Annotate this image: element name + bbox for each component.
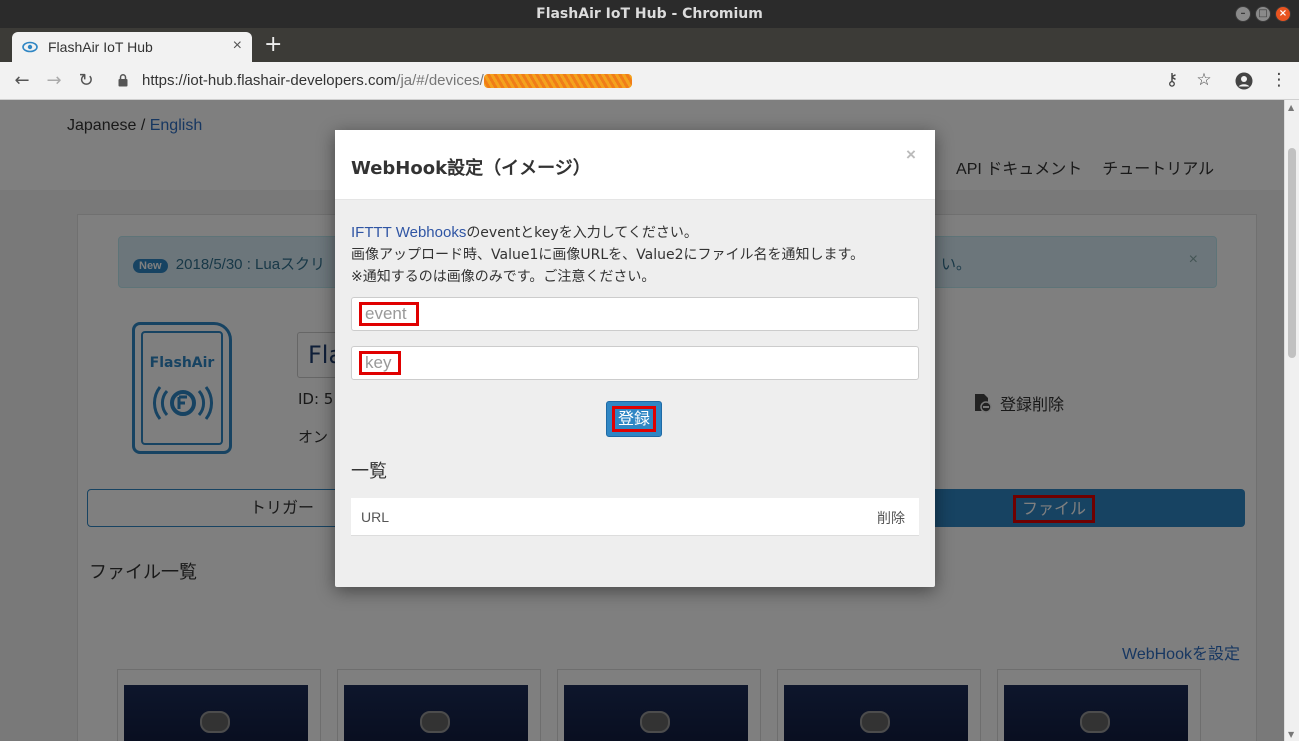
modal-header: WebHook設定（イメージ） ×	[335, 130, 935, 200]
modal-title: WebHook設定（イメージ）	[351, 158, 591, 179]
browser-tab[interactable]: FlashAir IoT Hub ×	[12, 32, 252, 62]
star-bookmark-icon[interactable]: ☆	[1193, 70, 1215, 90]
eye-favicon-icon	[22, 39, 38, 55]
list-title: 一覧	[351, 461, 387, 482]
webhook-list-table: URL 削除	[351, 498, 919, 536]
url-text[interactable]: https://iot-hub.flashair-developers.com/…	[142, 72, 632, 89]
tab-title: FlashAir IoT Hub	[48, 39, 153, 55]
tab-close-icon[interactable]: ×	[233, 37, 242, 55]
window-titlebar: FlashAir IoT Hub - Chromium – □ ×	[0, 0, 1299, 28]
scroll-down-icon[interactable]: ▼	[1288, 730, 1294, 739]
forward-arrow-icon[interactable]: →	[42, 69, 66, 93]
tab-strip: FlashAir IoT Hub × +	[0, 28, 1299, 62]
column-header-url: URL	[361, 509, 390, 525]
lock-icon	[118, 74, 128, 91]
minimize-button[interactable]: –	[1235, 6, 1251, 22]
maximize-button[interactable]: □	[1255, 6, 1271, 22]
scroll-up-icon[interactable]: ▲	[1288, 103, 1294, 112]
key-input[interactable]	[359, 351, 401, 375]
desc-line1: のeventとkeyを入力してください。	[466, 225, 698, 241]
desc-line3: ※通知するのは画像のみです。ご注意ください。	[351, 269, 656, 285]
key-icon[interactable]: ⚷	[1161, 70, 1183, 90]
column-header-delete: 削除	[877, 511, 905, 527]
close-window-button[interactable]: ×	[1275, 6, 1291, 22]
redacted-region	[483, 74, 632, 89]
desc-line2: 画像アップロード時、Value1に画像URLを、Value2にファイル名を通知し…	[351, 247, 865, 263]
modal-close-icon[interactable]: ×	[906, 145, 916, 165]
webhook-modal: WebHook設定（イメージ） × IFTTT Webhooksのeventとk…	[335, 130, 935, 587]
url-path: /ja/#/devices/	[396, 72, 484, 89]
register-button[interactable]: 登録	[606, 401, 662, 437]
modal-description: IFTTT Webhooksのeventとkeyを入力してください。 画像アップ…	[351, 222, 921, 288]
scrollbar-thumb[interactable]	[1288, 148, 1296, 358]
key-field-box	[351, 346, 919, 380]
menu-dots-icon[interactable]: ⋮	[1268, 70, 1290, 90]
event-field-box	[351, 297, 919, 331]
page-scrollbar[interactable]: ▲ ▼	[1284, 100, 1299, 741]
window-title: FlashAir IoT Hub - Chromium	[536, 6, 763, 22]
ifttt-webhooks-link[interactable]: IFTTT Webhooks	[351, 224, 466, 241]
account-icon[interactable]	[1233, 70, 1255, 95]
register-button-label: 登録	[612, 406, 656, 432]
address-bar-row: ← → ↻ https://iot-hub.flashair-developer…	[0, 62, 1299, 100]
url-host: https://iot-hub.flashair-developers.com	[142, 72, 397, 89]
new-tab-button[interactable]: +	[264, 32, 282, 58]
event-input[interactable]	[359, 302, 419, 326]
reload-icon[interactable]: ↻	[74, 69, 98, 93]
window-controls: – □ ×	[1235, 6, 1291, 22]
back-arrow-icon[interactable]: ←	[10, 69, 34, 93]
